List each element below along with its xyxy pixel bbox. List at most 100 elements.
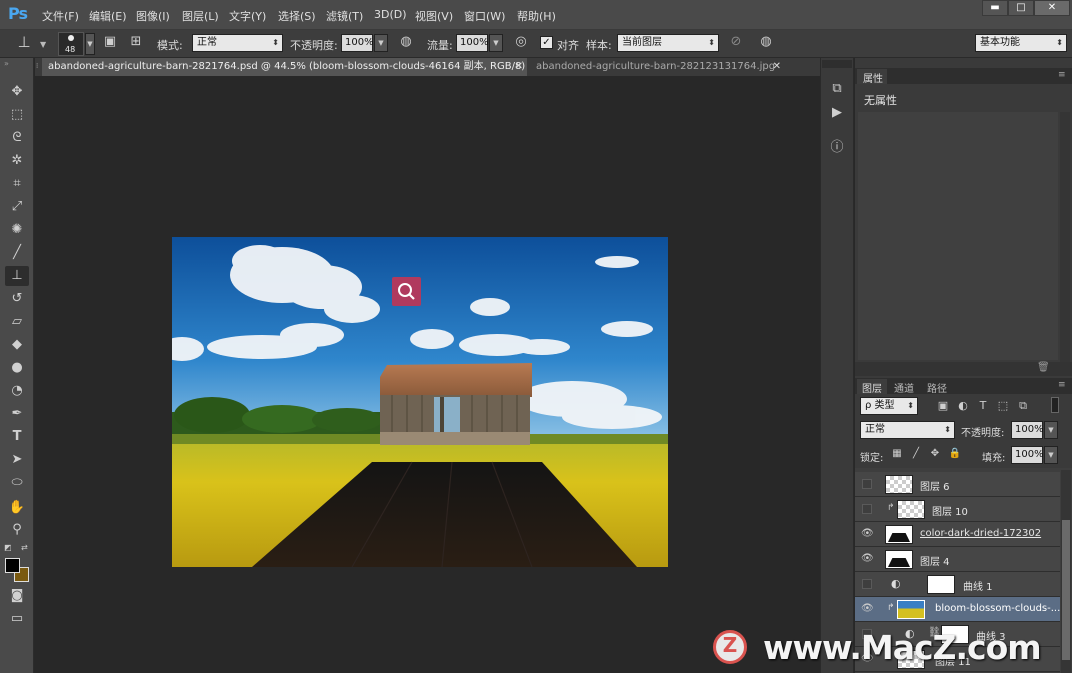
eye-icon[interactable]: 👁	[861, 603, 874, 615]
menu-help[interactable]: 帮助(H)	[517, 8, 556, 24]
magic-wand-tool-icon[interactable]: ✲	[5, 151, 29, 171]
dock-grip[interactable]	[822, 60, 852, 68]
pressure-opacity-icon[interactable]: ◍	[396, 33, 416, 51]
filter-toggle-switch[interactable]	[1051, 397, 1059, 413]
toggle-clone-source-icon[interactable]: ⊞	[126, 33, 146, 51]
brush-preset-picker[interactable]: 48	[58, 32, 84, 56]
delete-icon[interactable]: 🗑	[1037, 362, 1050, 373]
layers-panel-menu-icon[interactable]: ≡	[1058, 380, 1066, 390]
menu-3d[interactable]: 3D(D)	[374, 8, 407, 21]
layer-visibility-toggle[interactable]	[862, 504, 872, 514]
paths-tab[interactable]: 路径	[927, 380, 947, 395]
lock-transparent-icon[interactable]: ▦	[890, 445, 904, 463]
flow-input[interactable]: 100%	[456, 34, 489, 52]
menu-view[interactable]: 视图(V)	[415, 8, 453, 24]
layer-visibility-toggle[interactable]	[862, 479, 872, 489]
clone-stamp-icon[interactable]: ⊥	[14, 33, 34, 51]
properties-tab[interactable]: 属性	[857, 69, 887, 85]
layer-opacity-input[interactable]: 100%	[1011, 421, 1044, 439]
lock-image-icon[interactable]: ╱	[909, 445, 923, 463]
eraser-tool-icon[interactable]: ▱	[5, 312, 29, 332]
crop-tool-icon[interactable]: ⌗	[5, 174, 29, 194]
hand-tool-icon[interactable]: ✋	[5, 498, 29, 518]
close-button[interactable]: ✕	[1034, 0, 1070, 16]
layer-opacity-arrow-icon[interactable]: ▼	[1044, 421, 1058, 439]
dodge-tool-icon[interactable]: ◔	[5, 381, 29, 401]
menu-filter[interactable]: 滤镜(T)	[326, 8, 363, 24]
menu-window[interactable]: 窗口(W)	[464, 8, 505, 24]
mode-select[interactable]: 正常 ⬍	[192, 34, 283, 52]
path-selection-tool-icon[interactable]: ➤	[5, 450, 29, 470]
zoom-magnifier-icon[interactable]	[392, 277, 421, 306]
opacity-input[interactable]: 100%	[341, 34, 374, 52]
layer-filter-select[interactable]: ρ 类型 ⬍	[860, 397, 918, 415]
ellipse-tool-icon[interactable]: ⬭	[5, 473, 29, 493]
eye-icon[interactable]: 👁	[861, 528, 874, 540]
layer-row[interactable]: 👁 color-dark-dried-172302	[855, 522, 1060, 547]
close-tab-icon[interactable]: ✕	[515, 58, 523, 76]
layer-row-selected[interactable]: 👁 ↱ bloom-blossom-clouds-...	[855, 597, 1060, 622]
eyedropper-tool-icon[interactable]: ⤢	[5, 197, 29, 217]
tab-barn-jpg[interactable]: abandoned-agriculture-barn-282123131764.…	[530, 58, 785, 76]
blur-tool-icon[interactable]: ●	[5, 358, 29, 378]
lock-position-icon[interactable]: ✥	[928, 445, 942, 463]
menu-file[interactable]: 文件(F)	[42, 8, 79, 24]
default-colors-icon[interactable]: ◩	[4, 543, 12, 552]
foreground-color-swatch[interactable]	[5, 558, 20, 573]
menu-select[interactable]: 选择(S)	[278, 8, 316, 24]
blend-mode-select[interactable]: 正常 ⬍	[860, 421, 955, 439]
flow-dropdown-arrow-icon[interactable]: ▼	[489, 34, 503, 52]
info-panel-icon[interactable]: ⓘ	[827, 139, 847, 157]
collapse-panel-icon[interactable]: »	[4, 59, 9, 68]
filter-smart-object-icon[interactable]: ⧉	[1015, 397, 1031, 415]
layer-visibility-toggle[interactable]	[862, 579, 872, 589]
minimize-button[interactable]: ▬	[982, 0, 1008, 16]
brush-tool-icon[interactable]: ╱	[5, 243, 29, 263]
tool-preset-chevron-icon[interactable]: ▼	[40, 40, 46, 49]
eye-icon[interactable]: 👁	[861, 553, 874, 565]
filter-shape-icon[interactable]: ⬚	[995, 397, 1011, 415]
layers-tab[interactable]: 图层	[857, 379, 887, 395]
filter-type-icon[interactable]: T	[975, 397, 991, 415]
close-tab-icon[interactable]: ✕	[773, 58, 781, 76]
fill-input[interactable]: 100%	[1011, 446, 1044, 464]
sample-select[interactable]: 当前图层 ⬍	[617, 34, 719, 52]
swap-colors-icon[interactable]: ⇄	[21, 543, 28, 552]
layer-row[interactable]: ◐ 曲线 1	[855, 572, 1060, 597]
type-tool-icon[interactable]: T	[5, 427, 29, 447]
marquee-tool-icon[interactable]: ⬚	[5, 105, 29, 125]
actions-panel-icon[interactable]: ▶	[827, 104, 847, 122]
menu-layer[interactable]: 图层(L)	[182, 8, 219, 24]
toggle-brush-panel-icon[interactable]: ▣	[100, 33, 120, 51]
pen-tool-icon[interactable]: ✒	[5, 404, 29, 424]
history-panel-icon[interactable]: ⧉	[827, 80, 847, 98]
lock-all-icon[interactable]: 🔒	[948, 445, 962, 463]
maximize-button[interactable]: □	[1008, 0, 1034, 16]
screen-mode-icon[interactable]: ▭	[5, 609, 29, 629]
zoom-tool-icon[interactable]: ⚲	[5, 520, 29, 540]
paint-bucket-tool-icon[interactable]: ◆	[5, 335, 29, 355]
clone-stamp-tool-icon[interactable]: ⊥	[5, 266, 29, 286]
ignore-adjustment-layers-icon[interactable]: ⊘	[726, 33, 746, 51]
airbrush-icon[interactable]: ◎	[511, 33, 531, 51]
menu-image[interactable]: 图像(I)	[136, 8, 170, 24]
lasso-tool-icon[interactable]: ᘓ	[5, 128, 29, 148]
tab-barn-psd[interactable]: abandoned-agriculture-barn-2821764.psd @…	[42, 58, 527, 76]
align-checkbox[interactable]: ✓	[540, 36, 553, 49]
properties-scrollbar[interactable]	[1060, 112, 1070, 362]
panel-menu-icon[interactable]: ≡	[1058, 70, 1066, 80]
fill-arrow-icon[interactable]: ▼	[1044, 446, 1058, 464]
workspace-select[interactable]: 基本功能 ⬍	[975, 34, 1067, 52]
history-brush-tool-icon[interactable]: ↺	[5, 289, 29, 309]
layer-row[interactable]: 👁 图层 4	[855, 547, 1060, 572]
opacity-dropdown-arrow-icon[interactable]: ▼	[374, 34, 388, 52]
menu-type[interactable]: 文字(Y)	[229, 8, 266, 24]
pressure-size-icon[interactable]: ◍	[756, 33, 776, 51]
brush-dropdown-arrow-icon[interactable]: ▼	[85, 33, 95, 55]
channels-tab[interactable]: 通道	[894, 380, 914, 395]
menu-edit[interactable]: 编辑(E)	[89, 8, 127, 24]
layer-row[interactable]: ↱ 图层 10	[855, 497, 1060, 522]
quick-mask-icon[interactable]: ◙	[5, 586, 29, 606]
filter-pixel-icon[interactable]: ▣	[935, 397, 951, 415]
filter-adjustment-icon[interactable]: ◐	[955, 397, 971, 415]
